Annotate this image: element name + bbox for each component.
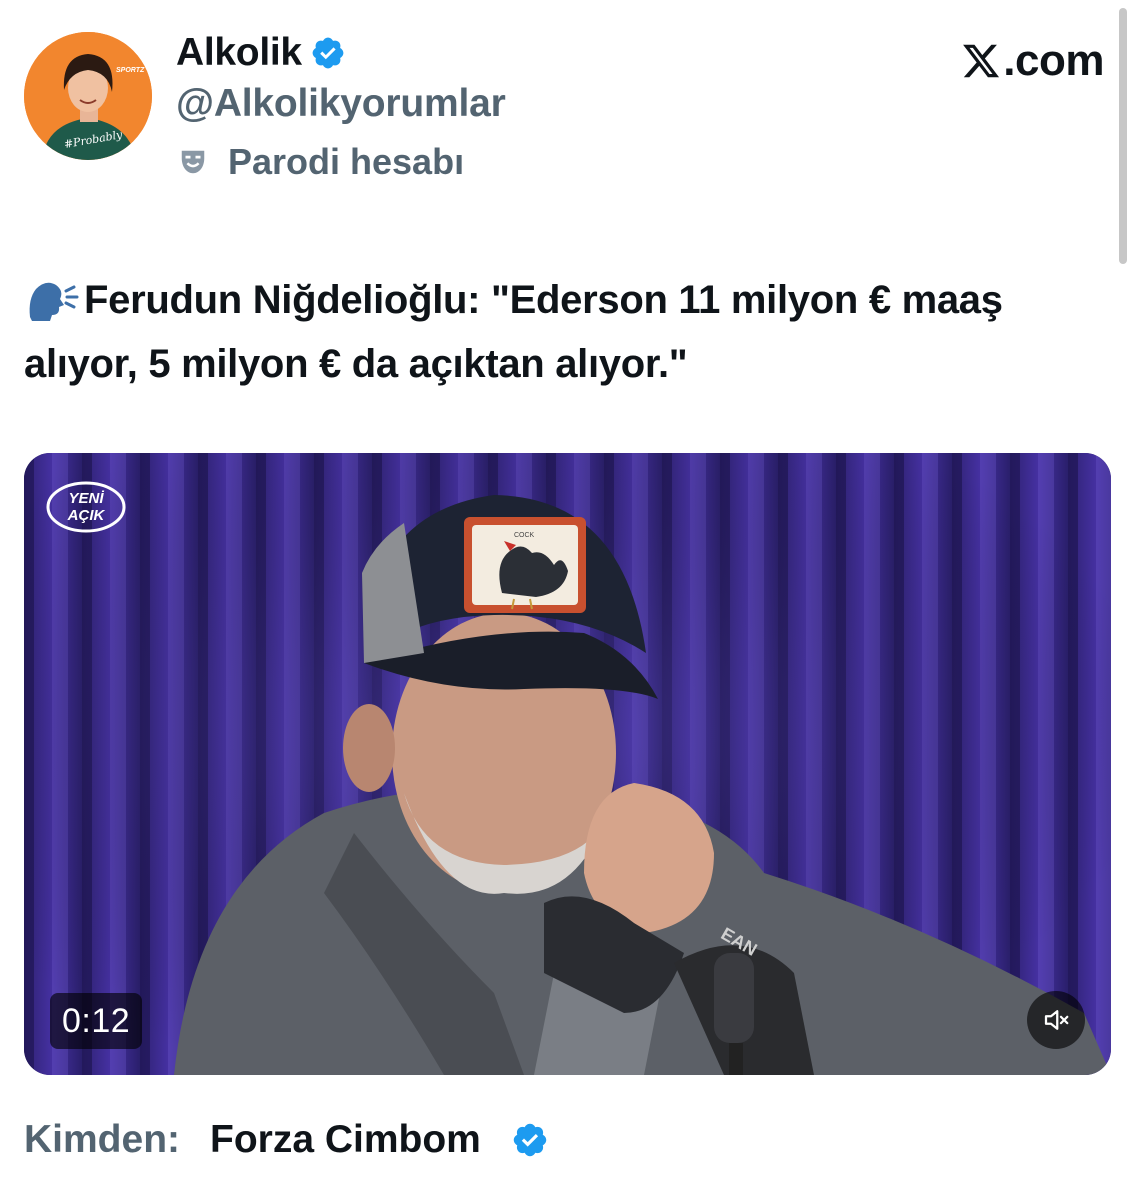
display-name[interactable]: Alkolik — [176, 31, 302, 75]
parody-text: Parodi hesabı — [228, 141, 465, 182]
avatar[interactable]: #Probably SPORTZ — [24, 32, 152, 160]
verified-badge-icon — [312, 37, 344, 69]
source-name[interactable]: Forza Cimbom — [210, 1118, 481, 1162]
speaking-head-icon — [29, 282, 79, 321]
tweet-text-body: Ferudun Niğdelioğlu: "Ederson 11 milyon … — [24, 278, 1003, 386]
theater-mask-icon — [181, 150, 205, 174]
parody-label: Parodi hesabı — [176, 140, 506, 184]
channel-logo-line2: AÇIK — [67, 507, 106, 524]
x-logo: .com — [961, 36, 1104, 86]
verified-badge-icon — [513, 1123, 547, 1157]
x-logo-domain: .com — [1003, 36, 1104, 85]
avatar-corner-text: SPORTZ — [116, 67, 145, 74]
x-logo-icon — [963, 44, 1000, 78]
page-scrollbar[interactable] — [1119, 8, 1127, 264]
video-time: 0:12 — [50, 993, 143, 1049]
tweet-text: Ferudun Niğdelioğlu: "Ederson 11 milyon … — [24, 268, 1104, 396]
from-label: Kimden: — [24, 1118, 180, 1161]
channel-logo: YENİ AÇIK — [46, 481, 126, 533]
video-player[interactable]: COCK EAN YENİ AÇIK 0:12 — [24, 453, 1111, 1075]
source-footer: Kimden: Forza Cimbom — [24, 1112, 549, 1168]
tweet-header: #Probably SPORTZ Alkolik @Alkolikyorumla… — [24, 31, 1104, 192]
handle[interactable]: @Alkolikyorumlar — [176, 82, 506, 126]
mute-button[interactable] — [1027, 991, 1085, 1049]
speaker-muted-icon — [1044, 1010, 1069, 1030]
channel-logo-line1: YENİ — [68, 490, 104, 507]
video-frame: COCK EAN — [24, 453, 1111, 1075]
cap-text: COCK — [514, 532, 535, 539]
